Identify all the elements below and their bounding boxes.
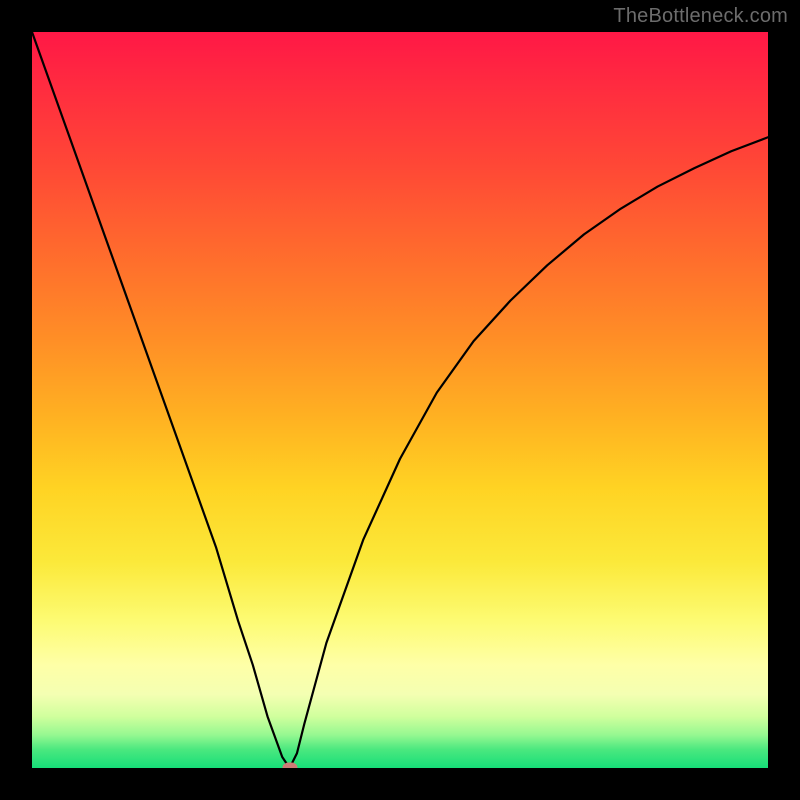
plot-area [32,32,768,768]
optimal-point-marker [282,763,297,769]
bottleneck-curve [32,32,768,768]
watermark-text: TheBottleneck.com [613,5,788,28]
chart-frame: TheBottleneck.com [0,0,800,800]
